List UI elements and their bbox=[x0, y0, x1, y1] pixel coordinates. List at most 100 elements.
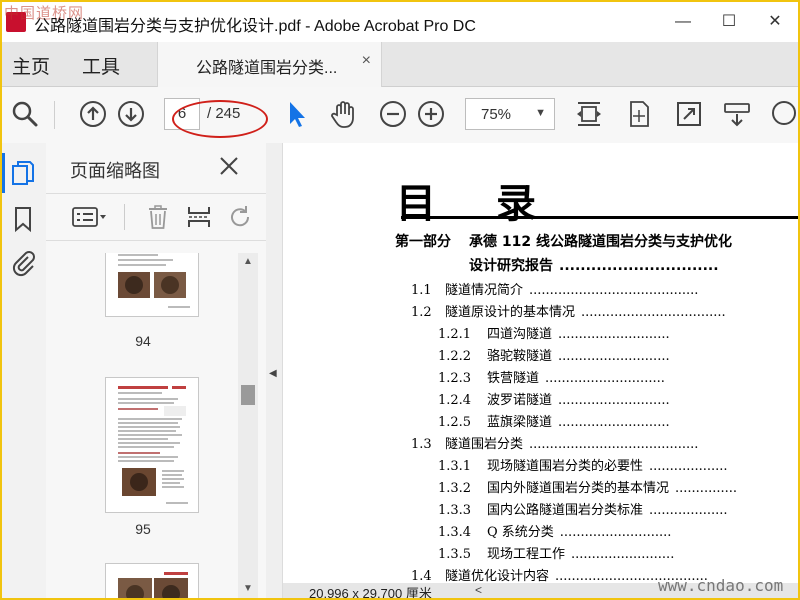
maximize-button[interactable]: ☐ bbox=[706, 2, 752, 42]
insert-pages-icon[interactable] bbox=[186, 204, 212, 230]
toc-title: 设计研究报告 bbox=[469, 258, 553, 274]
toc-number: 1.3.4 bbox=[438, 525, 472, 540]
thumbnail-scrollbar[interactable]: ▲ ▼ bbox=[238, 253, 258, 598]
toc-entry[interactable]: 1.2.4 波罗诺隧道........................... bbox=[438, 389, 670, 408]
toc-title: 波罗诺隧道 bbox=[487, 393, 553, 408]
thumbnail-page-95[interactable] bbox=[105, 377, 199, 513]
toolbar-divider bbox=[54, 101, 55, 129]
toc-entry[interactable]: 1.2 隧道原设计的基本情况...........................… bbox=[411, 301, 726, 320]
full-screen-icon[interactable] bbox=[674, 99, 704, 129]
thumbnail-page-96[interactable] bbox=[105, 563, 199, 598]
toc-number: 1.2.5 bbox=[438, 415, 472, 430]
toc-leader-dots: ................................... bbox=[581, 305, 726, 320]
attachment-icon[interactable] bbox=[10, 249, 36, 277]
toolbar: 6 / 245 75% ▼ bbox=[2, 87, 798, 144]
toc-number: 1.3 bbox=[411, 437, 432, 452]
toc-title: 国内外隧道围岩分类的基本情况 bbox=[487, 481, 670, 496]
tool-divider bbox=[124, 204, 125, 230]
close-tab-button[interactable]: × bbox=[362, 52, 371, 70]
next-page-icon[interactable] bbox=[116, 99, 146, 129]
toc-entry[interactable]: 1.2.2 骆驼鞍隧道........................... bbox=[438, 345, 670, 364]
toc-title: 隧道优化设计内容 bbox=[445, 569, 550, 583]
toc-title: 骆驼鞍隧道 bbox=[487, 349, 553, 364]
toc-number: 1.2.4 bbox=[438, 393, 472, 408]
toc-number: 1.2 bbox=[411, 305, 432, 320]
window-title: 公路隧道围岩分类与支护优化设计.pdf - Adobe Acrobat Pro … bbox=[34, 18, 476, 35]
toc-title: 铁营隧道 bbox=[487, 371, 540, 386]
document-tab-label: 公路隧道围岩分类... bbox=[196, 60, 338, 77]
close-icon[interactable] bbox=[218, 155, 240, 177]
toc-number: 1.3.2 bbox=[438, 481, 472, 496]
menu-home[interactable]: 主页 bbox=[12, 52, 50, 79]
toc-entry[interactable]: 1.3.5 现场工程工作......................... bbox=[438, 543, 674, 562]
undo-rotate-icon[interactable] bbox=[228, 204, 254, 230]
menu-bar: 主页 工具 公路隧道围岩分类... × bbox=[2, 42, 798, 87]
toc-title: Q 系统分类 bbox=[487, 525, 554, 540]
chevron-down-icon: ▼ bbox=[535, 107, 546, 119]
toc-entry[interactable]: 1.2.5 蓝旗梁隧道........................... bbox=[438, 411, 670, 430]
toc-entry[interactable]: 1.1 隧道情况简介...............................… bbox=[411, 279, 698, 298]
thumbnail-page-number: 95 bbox=[135, 521, 151, 537]
toc-title: 四道沟隧道 bbox=[487, 327, 553, 342]
zoom-value: 75% bbox=[481, 106, 512, 123]
scroll-down-icon[interactable]: ▼ bbox=[243, 583, 253, 594]
collapse-panel-handle[interactable]: ◀ bbox=[266, 143, 283, 598]
close-window-button[interactable]: ✕ bbox=[752, 2, 798, 42]
scroll-left-icon[interactable]: < bbox=[475, 583, 482, 597]
toc-entry[interactable]: 1.2.3 铁营隧道............................. bbox=[438, 367, 665, 386]
toc-title: 隧道情况简介 bbox=[445, 283, 524, 298]
search-icon[interactable] bbox=[10, 99, 40, 129]
page-thumbnails-icon[interactable] bbox=[10, 159, 36, 187]
panel-title: 页面缩略图 bbox=[70, 161, 160, 181]
comment-icon[interactable] bbox=[768, 99, 798, 129]
toc-title: 隧道围岩分类 bbox=[445, 437, 524, 452]
trash-icon[interactable] bbox=[146, 204, 170, 230]
thumbnails-panel: 页面缩略图 94 95 ▲ ▼ bbox=[46, 143, 267, 598]
document-page: 目录 第一部分 承德 112 线公路隧道围岩分类与支护优化 设计研究报告......… bbox=[283, 143, 798, 583]
toc-leader-dots: ............... bbox=[675, 481, 738, 496]
thumbnail-image bbox=[118, 386, 188, 504]
toc-number: 第一部分 bbox=[395, 234, 451, 250]
options-menu-icon[interactable] bbox=[72, 206, 110, 228]
previous-page-icon[interactable] bbox=[78, 99, 108, 129]
toc-title: 现场工程工作 bbox=[487, 547, 566, 562]
heading-rule bbox=[401, 216, 798, 219]
toc-leader-dots: ........................... bbox=[559, 525, 672, 540]
toc-entry[interactable]: 1.3 隧道围岩分类...............................… bbox=[411, 433, 698, 452]
page-dimensions: 20.996 x 29.700 厘米 bbox=[309, 586, 432, 600]
toc-leader-dots: ........................................… bbox=[529, 437, 699, 452]
title-bar: 中国道桥网 公路隧道围岩分类与支护优化设计.pdf - Adobe Acroba… bbox=[2, 2, 798, 42]
read-mode-icon[interactable] bbox=[722, 99, 752, 129]
toc-entry[interactable]: 第一部分 承德 112 线公路隧道围岩分类与支护优化 bbox=[395, 231, 738, 251]
toc-entry[interactable]: 设计研究报告.............................. bbox=[469, 255, 719, 275]
zoom-out-icon[interactable] bbox=[378, 99, 408, 129]
hand-tool-icon[interactable] bbox=[328, 99, 358, 129]
bookmark-icon[interactable] bbox=[10, 205, 36, 233]
menu-tools[interactable]: 工具 bbox=[82, 52, 120, 79]
zoom-in-icon[interactable] bbox=[416, 99, 446, 129]
app-window: 中国道桥网 公路隧道围岩分类与支护优化设计.pdf - Adobe Acroba… bbox=[0, 0, 800, 600]
thumbnail-page-94[interactable] bbox=[105, 253, 199, 317]
scroll-up-icon[interactable]: ▲ bbox=[243, 256, 253, 267]
toc-entry[interactable]: 1.3.3 国内公路隧道围岩分类标准................... bbox=[438, 499, 728, 518]
document-tab[interactable]: 公路隧道围岩分类... × bbox=[157, 42, 382, 87]
watermark-bottom: www.cndao.com bbox=[658, 576, 784, 595]
navigation-rail bbox=[2, 143, 47, 598]
toc-leader-dots: ........................... bbox=[558, 327, 670, 342]
thumbnail-tools bbox=[46, 193, 266, 241]
select-pointer-icon[interactable] bbox=[282, 99, 312, 129]
thumbnail-page-number: 94 bbox=[135, 333, 151, 349]
toc-entry[interactable]: 1.3.1 现场隧道围岩分类的必要性................... bbox=[438, 455, 728, 474]
toc-leader-dots: ........................... bbox=[558, 349, 670, 364]
fit-width-icon[interactable] bbox=[574, 99, 604, 129]
toc-entry[interactable]: 1.2.1 四道沟隧道........................... bbox=[438, 323, 670, 342]
zoom-select[interactable]: 75% ▼ bbox=[465, 98, 555, 130]
minimize-button[interactable]: — bbox=[660, 2, 706, 42]
toc-entry[interactable]: 1.3.2 国内外隧道围岩分类的基本情况............... bbox=[438, 477, 737, 496]
scrollbar-thumb[interactable] bbox=[241, 385, 255, 405]
toc-entry[interactable]: 1.3.4 Q 系统分类........................... bbox=[438, 521, 671, 540]
active-indicator bbox=[2, 153, 5, 193]
toc-number: 1.2.1 bbox=[438, 327, 472, 342]
rotate-view-icon[interactable] bbox=[624, 99, 654, 129]
toc-title: 蓝旗梁隧道 bbox=[487, 415, 553, 430]
